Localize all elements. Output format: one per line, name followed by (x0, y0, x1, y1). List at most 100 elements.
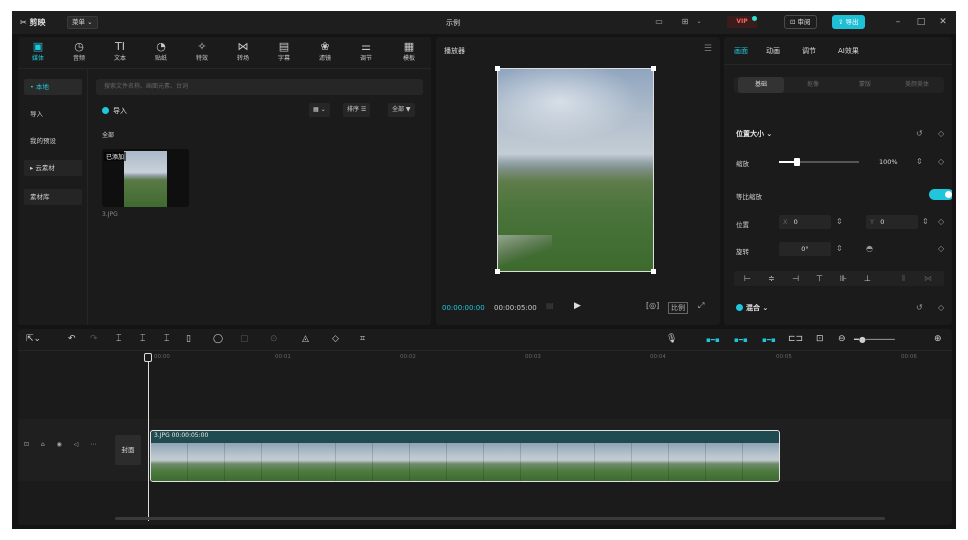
timeline-ruler[interactable]: 00:00 00:01 00:02 00:03 00:04 00:05 00:0… (18, 351, 952, 365)
tab-ai-effects[interactable]: AI效果 (838, 46, 859, 56)
crop-icon[interactable]: ⌗ (360, 334, 365, 344)
subtab-cutout[interactable]: 抠像 (790, 77, 836, 93)
sidebar-item-cloud[interactable]: ▸ 云素材 (24, 160, 82, 176)
tool-text[interactable]: TI 文本 (104, 40, 136, 63)
align-center-h-icon[interactable]: ≑ (768, 271, 775, 286)
subtab-mask[interactable]: 蒙版 (842, 77, 888, 93)
zoom-slider[interactable]: ━●────── (854, 335, 895, 344)
tab-animation[interactable]: 动画 (766, 46, 780, 56)
select-tool-icon[interactable]: ⇱⌄ (26, 334, 41, 344)
zoom-in-icon[interactable]: ⊕ (934, 334, 942, 344)
playhead[interactable] (148, 353, 149, 521)
link-icon[interactable]: ▪━▪ (762, 336, 776, 344)
freeze-icon[interactable]: ▢ (240, 334, 249, 344)
stepper-icon[interactable]: ⇕ (836, 217, 843, 226)
tool-subtitle[interactable]: ▤ 字幕 (268, 40, 300, 63)
view-mode-button[interactable]: ▦ ⌄ (309, 103, 330, 117)
split-right-icon[interactable]: ⌶ (164, 334, 169, 344)
screen-layout-icon[interactable]: ⊞ (678, 16, 692, 28)
playhead-handle[interactable] (144, 353, 152, 362)
rotation-field[interactable]: 0° (779, 242, 831, 256)
redo-icon[interactable]: ↷ (90, 334, 98, 344)
layout-icon[interactable]: ▭ (652, 16, 666, 28)
keyframe-icon[interactable]: ◇ (938, 217, 944, 226)
sidebar-item-library[interactable]: 素材库 (24, 189, 82, 205)
tool-transition[interactable]: ⋈ 转场 (227, 40, 259, 63)
resize-handle[interactable] (651, 269, 656, 274)
stepper-icon[interactable]: ⇕ (836, 244, 843, 253)
tab-adjust[interactable]: 调节 (802, 46, 816, 56)
video-clip[interactable]: 3.JPG 00:00:05:00 (150, 430, 780, 482)
section-blend[interactable]: 混合 ⌄ (736, 303, 768, 313)
split-left-icon[interactable]: ⌶ (140, 334, 145, 344)
tool-sticker[interactable]: ◔ 贴纸 (145, 40, 177, 63)
subtab-beauty[interactable]: 美颜美体 (894, 77, 940, 93)
tool-filter[interactable]: ❀ 滤镜 (309, 40, 341, 63)
rotate-icon[interactable]: ◇ (332, 334, 339, 344)
distribute-h-icon[interactable]: ⫴ (902, 271, 905, 286)
split-icon[interactable]: ⌶ (116, 334, 121, 344)
zoom-out-icon[interactable]: ⊖ (838, 334, 846, 344)
resize-handle[interactable] (495, 269, 500, 274)
align-top-icon[interactable]: ⊤ (816, 271, 823, 286)
reset-icon[interactable]: ↺ (916, 129, 923, 138)
media-search-input[interactable]: 搜索文件名称、画面元素、台词 (96, 79, 423, 95)
resize-handle[interactable] (651, 66, 656, 71)
uniform-scale-toggle[interactable] (929, 189, 952, 200)
close-icon[interactable]: ✕ (937, 16, 949, 28)
rotate-dial-icon[interactable]: ◓ (866, 244, 873, 253)
sidebar-item-import[interactable]: 导入 (24, 106, 82, 122)
scale-value[interactable]: 100% (879, 155, 903, 169)
video-preview[interactable] (497, 68, 654, 272)
scale-slider[interactable] (779, 158, 859, 166)
section-position-size[interactable]: 位置大小 ⌄ (736, 129, 772, 139)
cover-button[interactable]: 封面 (115, 435, 141, 465)
keyframe-icon[interactable]: ◇ (938, 129, 944, 138)
minimize-icon[interactable]: – (892, 16, 904, 28)
main-track-magnet-icon[interactable]: ▪━▪ (706, 336, 720, 344)
fit-screen-icon[interactable]: [◎] (646, 301, 659, 310)
play-button[interactable]: ▶ (574, 301, 581, 311)
delete-icon[interactable]: ▯ (186, 334, 191, 344)
checkbox-icon[interactable] (736, 304, 743, 311)
scale-slider-knob[interactable] (794, 158, 800, 166)
reverse-icon[interactable]: ⊙ (270, 334, 278, 344)
review-button[interactable]: ⊡ 审阅 (784, 15, 817, 29)
auto-snap-icon[interactable]: ▪━▪ (734, 336, 748, 344)
track-controls[interactable]: ⊡ ⌂ ◉ ◁ ⋯ (24, 441, 101, 448)
tool-media[interactable]: ▣ 媒体 (22, 40, 54, 63)
keyframe-icon[interactable]: ◇ (938, 303, 944, 312)
align-left-icon[interactable]: ⊢ (744, 271, 751, 286)
fullscreen-icon[interactable]: ⤢ (698, 301, 704, 311)
stepper-icon[interactable]: ⇕ (922, 217, 929, 226)
keyframe-icon[interactable]: ◇ (938, 157, 944, 166)
chevron-down-icon[interactable]: ⌄ (692, 16, 706, 28)
stepper-icon[interactable]: ⇕ (916, 157, 923, 166)
undo-icon[interactable]: ↶ (68, 334, 76, 344)
main-menu-button[interactable]: 菜单 ⌄ (67, 16, 98, 29)
sidebar-item-presets[interactable]: 我的预设 (24, 133, 82, 149)
subtab-basic[interactable]: 基础 (738, 77, 784, 93)
tool-effects[interactable]: ✧ 特效 (186, 40, 218, 63)
align-bottom-icon[interactable]: ⊥ (864, 271, 871, 286)
marker-icon[interactable]: ◯ (213, 334, 223, 344)
aspect-ratio-button[interactable]: 比例 (668, 302, 688, 314)
sidebar-item-local[interactable]: • 本地 (24, 79, 82, 95)
timeline-scrollbar[interactable] (115, 517, 885, 520)
tool-audio[interactable]: ◷ 音频 (63, 40, 95, 63)
caption-icon[interactable]: ⊡ (816, 334, 824, 344)
preview-axis-icon[interactable]: ⊏⊐ (788, 334, 803, 344)
align-middle-v-icon[interactable]: ⊪ (840, 271, 847, 286)
sort-button[interactable]: 排序 ☰ (343, 103, 371, 117)
mirror-icon[interactable]: ◬ (302, 334, 309, 344)
position-x-field[interactable]: X 0 (779, 215, 831, 229)
resize-handle[interactable] (495, 66, 500, 71)
position-y-field[interactable]: Y 0 (866, 215, 918, 229)
keyframe-icon[interactable]: ◇ (938, 244, 944, 253)
tool-template[interactable]: ▦ 模板 (393, 40, 425, 63)
tab-picture[interactable]: 画面 (734, 46, 748, 56)
import-button[interactable]: 导入 (102, 106, 127, 116)
align-right-icon[interactable]: ⊣ (792, 271, 799, 286)
media-thumbnail[interactable]: 已添加 (102, 149, 189, 207)
player-menu-icon[interactable]: ☰ (704, 44, 712, 54)
